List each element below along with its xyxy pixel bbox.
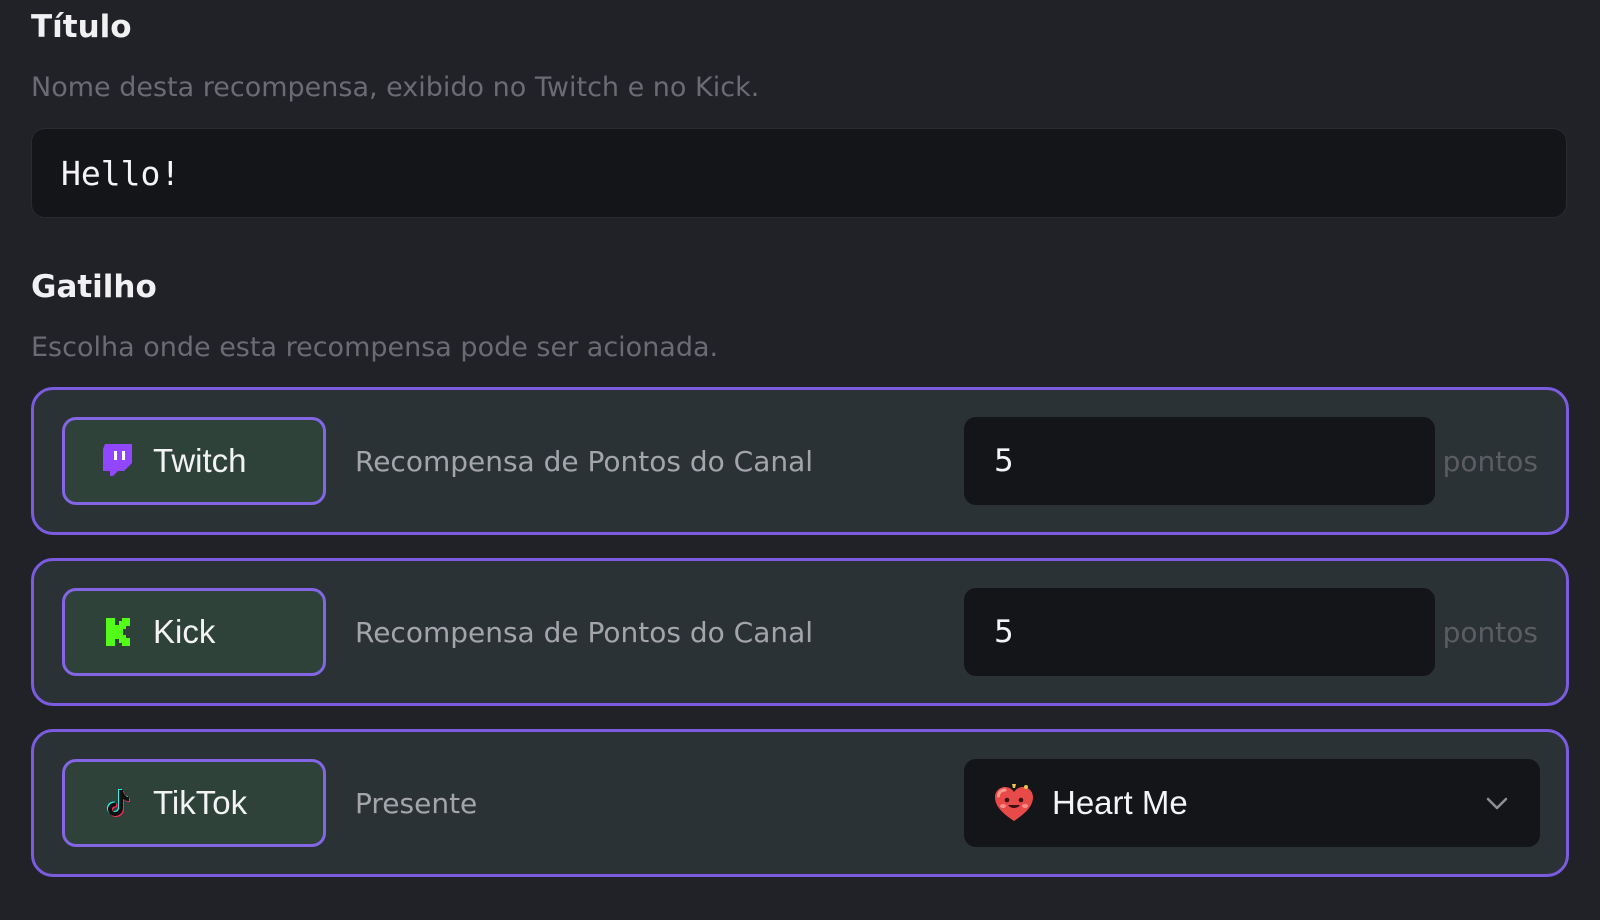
- platform-label: Twitch: [153, 442, 247, 479]
- platform-toggle-kick[interactable]: Kick: [62, 588, 326, 676]
- chevron-down-icon: [1486, 797, 1508, 810]
- trigger-type-label: Recompensa de Pontos do Canal: [355, 615, 814, 649]
- trigger-row-twitch: Twitch Recompensa de Pontos do Canal pon…: [31, 387, 1569, 535]
- gift-selected-label: Heart Me: [1052, 784, 1188, 821]
- trigger-type-label: Recompensa de Pontos do Canal: [355, 444, 814, 478]
- twitch-icon: [101, 444, 135, 478]
- platform-label: Kick: [153, 613, 216, 650]
- gift-select[interactable]: Heart Me: [964, 759, 1540, 847]
- heart-me-gift-icon: [995, 784, 1033, 821]
- points-unit: pontos: [1442, 615, 1538, 649]
- title-input[interactable]: [31, 128, 1567, 218]
- platform-label: TikTok: [153, 784, 248, 821]
- tiktok-icon: [101, 786, 135, 820]
- kick-icon: [101, 615, 135, 649]
- points-unit: pontos: [1442, 444, 1538, 478]
- platform-toggle-tiktok[interactable]: TikTok: [62, 759, 326, 847]
- trigger-row-tiktok: TikTok Presente Heart Me: [31, 729, 1569, 877]
- points-input-kick[interactable]: [964, 588, 1435, 676]
- title-description: Nome desta recompensa, exibido no Twitch…: [31, 72, 760, 103]
- title-heading: Título: [31, 9, 132, 45]
- trigger-description: Escolha onde esta recompensa pode ser ac…: [31, 332, 719, 363]
- trigger-heading: Gatilho: [31, 269, 157, 305]
- points-input-twitch[interactable]: [964, 417, 1435, 505]
- platform-toggle-twitch[interactable]: Twitch: [62, 417, 326, 505]
- reward-form: Título Nome desta recompensa, exibido no…: [0, 0, 1600, 920]
- trigger-row-kick: Kick Recompensa de Pontos do Canal ponto…: [31, 558, 1569, 706]
- trigger-type-label: Presente: [355, 786, 478, 820]
